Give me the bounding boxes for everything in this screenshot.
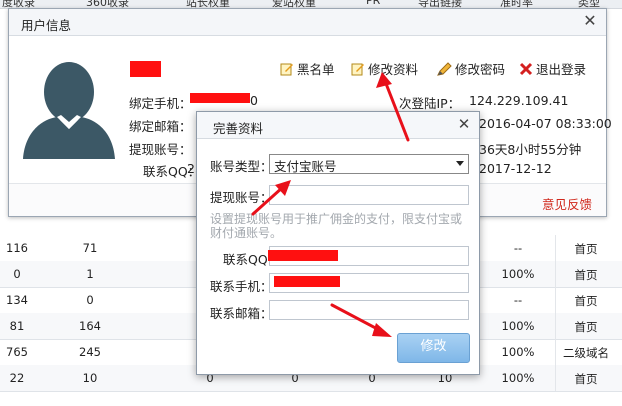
edit-profile-button[interactable]: 修改资料: [351, 59, 418, 78]
qq-redacted: [268, 250, 338, 261]
account-type-label: 账号类型：: [210, 159, 273, 174]
phone-redacted: [274, 276, 340, 287]
table-cell: 134: [6, 293, 28, 307]
logout-label: 退出登录: [536, 62, 587, 77]
user-info-title: 用户信息: [21, 18, 72, 33]
withdraw-hint: 设置提现账号用于推广佣金的支付，限支付宝或财付通账号。: [210, 212, 463, 240]
expire-date: 2017-12-12: [479, 161, 552, 176]
close-x-icon: [519, 62, 533, 75]
logout-button[interactable]: 退出登录: [519, 59, 586, 78]
blacklist-button[interactable]: 黑名单: [280, 59, 335, 78]
account-type-value: 支付宝账号: [274, 159, 337, 174]
column-divider: [555, 287, 556, 313]
withdraw-account-label: 提现账号：: [210, 190, 273, 205]
dialog-titlebar[interactable]: 完善资料 ✕: [197, 112, 479, 139]
table-cell: 245: [79, 345, 101, 359]
table-cell: --: [513, 241, 523, 255]
column-header: PR: [366, 0, 381, 7]
username-redacted: [130, 61, 161, 77]
edit-profile-label: 修改资料: [368, 62, 419, 77]
user-info-titlebar[interactable]: 用户信息 ✕: [9, 9, 606, 36]
table-cell: 71: [82, 241, 98, 255]
contact-phone-input[interactable]: [269, 273, 469, 293]
last-login-label: 次登陆IP：: [399, 96, 461, 111]
contact-qq-input[interactable]: [268, 246, 469, 266]
edit-note-icon: [280, 63, 293, 75]
column-divider: [555, 261, 556, 287]
table-cell: 首页: [574, 242, 598, 256]
table-cell: 22: [9, 371, 25, 385]
last-login-time: 2016-04-07 08:33:00: [479, 116, 612, 131]
table-cell: 首页: [574, 268, 598, 282]
table-cell: 100%: [501, 319, 535, 333]
phone-redacted: [190, 93, 250, 103]
table-cell: 首页: [574, 294, 598, 308]
table-cell: 100%: [501, 267, 535, 281]
bound-phone-label: 绑定手机：: [129, 96, 192, 111]
table-cell: 二级域名: [563, 346, 609, 360]
withdraw-account-label: 提现账号：: [129, 142, 192, 157]
contact-phone-label: 联系手机：: [210, 279, 273, 294]
column-divider: [555, 235, 556, 261]
table-cell: --: [513, 293, 523, 307]
bound-email-label: 绑定邮箱：: [129, 119, 192, 134]
dialog-title: 完善资料: [213, 121, 264, 136]
table-cell: 100%: [501, 371, 535, 385]
contact-email-label: 联系邮箱：: [210, 306, 273, 321]
table-cell: 0: [13, 267, 21, 281]
pencil-icon: [437, 61, 452, 76]
table-cell: 100%: [501, 345, 535, 359]
table-cell: 首页: [574, 372, 598, 386]
bound-phone-tail: 0: [250, 93, 258, 108]
close-icon[interactable]: ✕: [580, 11, 600, 31]
column-divider: [555, 365, 556, 391]
avatar: [23, 62, 115, 159]
blacklist-label: 黑名单: [297, 62, 335, 77]
change-password-label: 修改密码: [455, 62, 506, 77]
contact-email-input[interactable]: [269, 300, 469, 320]
online-duration: 36天8小时55分钟: [479, 142, 582, 157]
complete-profile-dialog: 完善资料 ✕ 账号类型： 支付宝账号 提现账号： 设置提现账号用于推广佣金的支付…: [196, 111, 480, 375]
table-cell: 首页: [574, 320, 598, 334]
table-cell: 164: [79, 319, 101, 333]
table-cell: 765: [6, 345, 28, 359]
table-cell: 1: [86, 267, 94, 281]
column-divider: [555, 339, 556, 365]
edit-note-icon: [351, 63, 364, 75]
chevron-down-icon: [456, 161, 464, 166]
account-type-select[interactable]: 支付宝账号: [269, 154, 469, 174]
table-cell: 10: [82, 371, 98, 385]
column-divider: [555, 313, 556, 339]
change-password-button[interactable]: 修改密码: [437, 59, 505, 78]
submit-button[interactable]: 修改: [397, 333, 470, 363]
table-cell: 0: [86, 293, 94, 307]
close-icon[interactable]: ✕: [455, 115, 473, 133]
table-cell: 81: [9, 319, 25, 333]
table-cell: 116: [6, 241, 28, 255]
withdraw-account-input[interactable]: [269, 185, 469, 205]
feedback-link[interactable]: 意见反馈: [542, 194, 592, 213]
last-login-ip: 124.229.109.41: [469, 93, 569, 108]
